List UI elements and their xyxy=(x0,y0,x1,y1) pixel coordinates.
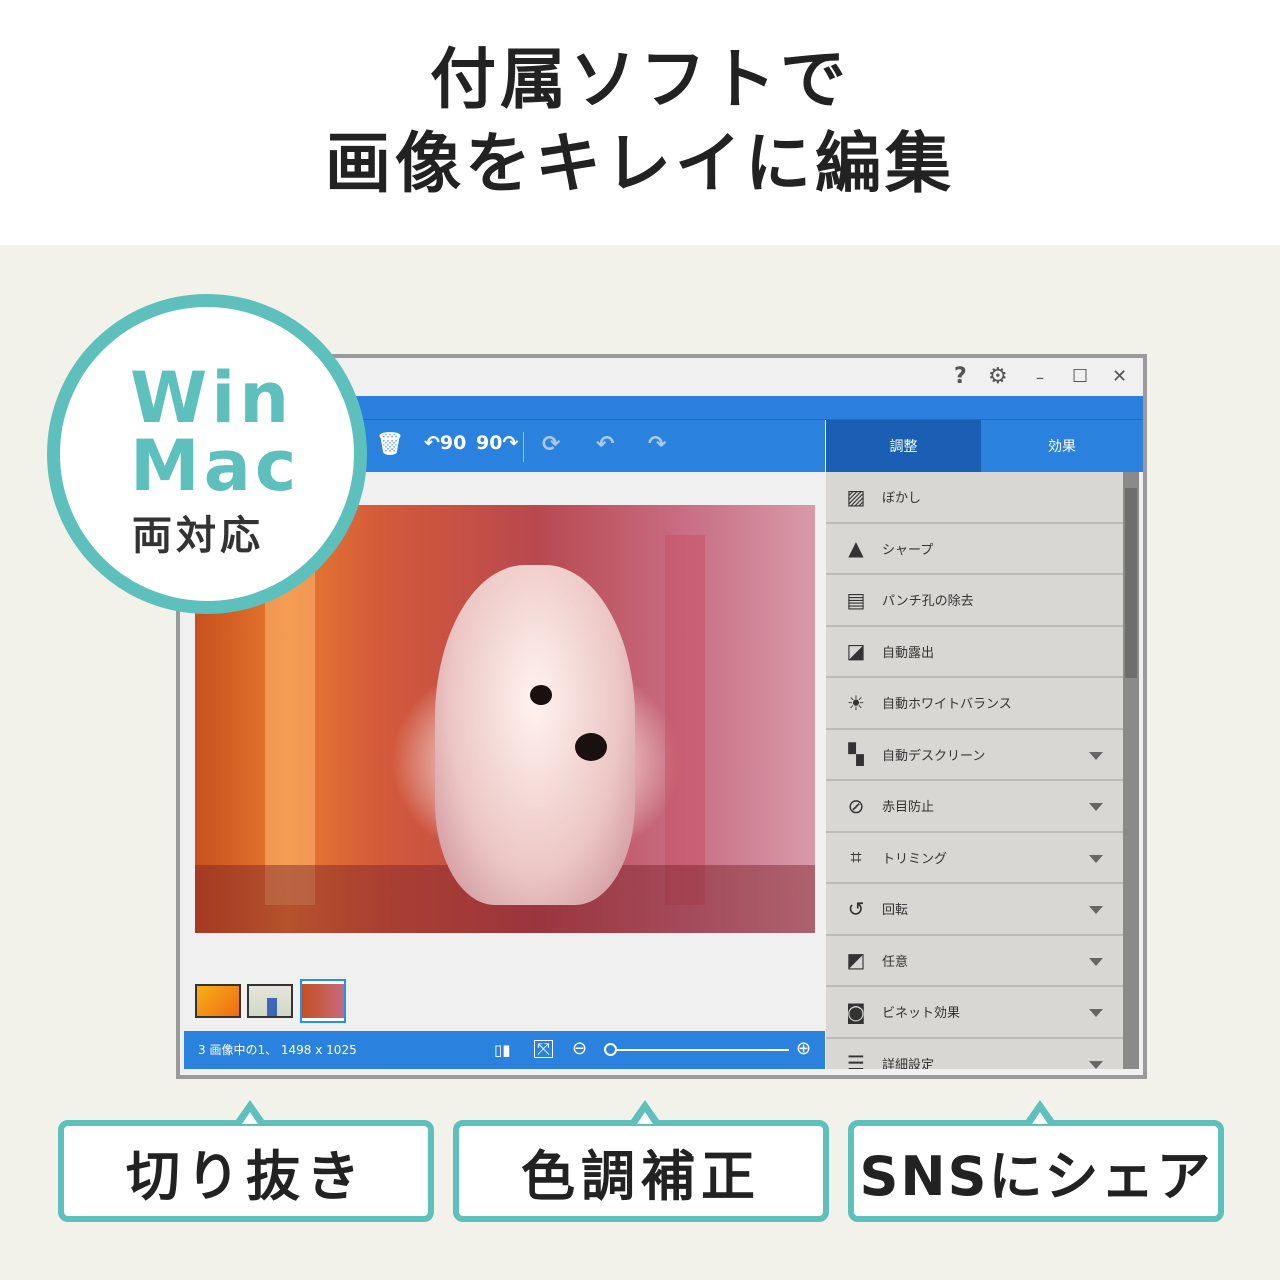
badge-both: 両対応 xyxy=(132,513,264,559)
help-icon[interactable]: ? xyxy=(954,364,967,389)
thumbnail-flower[interactable] xyxy=(195,984,241,1018)
headline-line1: 付属ソフトで xyxy=(430,41,850,118)
chevron-down-icon[interactable] xyxy=(1089,957,1103,966)
toolbar-divider xyxy=(523,432,524,462)
trash-icon[interactable]: 🗑 xyxy=(376,432,404,457)
zoom-in-icon[interactable]: ⊕ xyxy=(796,1038,811,1059)
adjust-item[interactable]: ⌗ トリミング xyxy=(826,833,1123,884)
chevron-down-icon[interactable] xyxy=(1089,1060,1103,1069)
adjust-item[interactable]: ↺ 回転 xyxy=(826,884,1123,936)
adjust-item-label: 自動デスクリーン xyxy=(882,748,986,764)
redo-icon[interactable]: ↷ xyxy=(648,432,666,457)
zoom-slider[interactable] xyxy=(609,1049,789,1051)
adjust-item-label: 詳細設定 xyxy=(882,1057,935,1069)
chevron-down-icon[interactable] xyxy=(1089,1009,1103,1017)
adjust-item-label: 自動露出 xyxy=(882,645,935,661)
sun-icon: ☀ xyxy=(847,690,865,715)
chevron-down-icon[interactable] xyxy=(1089,854,1103,863)
headline-line2: 画像をキレイに編集 xyxy=(325,125,955,202)
chevron-down-icon[interactable] xyxy=(1089,751,1103,760)
compare-icon[interactable]: ▯▮ xyxy=(494,1041,511,1059)
os-compat-badge: Win Mac 両対応 xyxy=(47,294,367,614)
adjust-item[interactable]: ☀ 自動ホワイトバランス xyxy=(826,678,1123,730)
minimize-icon[interactable]: – xyxy=(1036,368,1044,387)
punch-hole-icon: ▤ xyxy=(846,587,866,612)
adjust-item-label: 回転 xyxy=(882,903,909,919)
adjust-item-label: ビネット効果 xyxy=(882,1006,961,1022)
tab-effects[interactable]: 効果 xyxy=(981,420,1143,472)
fit-screen-icon[interactable]: ⤧ xyxy=(534,1040,553,1058)
adjust-item[interactable]: ◙ ビネット効果 xyxy=(826,987,1123,1039)
badge-mac: Mac xyxy=(130,425,301,507)
maximize-icon[interactable]: ☐ xyxy=(1072,366,1088,387)
image-info: 3 画像中の1、 1498 x 1025 xyxy=(198,1043,357,1057)
scrollbar-thumb[interactable] xyxy=(1125,488,1137,678)
crop-icon: ⌗ xyxy=(850,845,862,870)
rotate-icon: ↺ xyxy=(847,896,865,921)
adjust-item[interactable]: ▨ ぼかし xyxy=(826,472,1123,524)
adjust-item-label: ぼかし xyxy=(882,491,922,507)
feature-crop: 切り抜き xyxy=(58,1100,434,1222)
adjust-item[interactable]: ◩ 任意 xyxy=(826,936,1123,987)
adjust-item[interactable]: ⊘ 赤目防止 xyxy=(826,781,1123,833)
rotate-right-button[interactable]: 90↷ xyxy=(476,432,518,454)
panel-scrollbar[interactable] xyxy=(1123,472,1139,1069)
rotate-left-button[interactable]: ↶90 xyxy=(424,432,466,454)
red-eye-icon: ⊘ xyxy=(847,793,865,818)
zoom-slider-handle[interactable] xyxy=(604,1043,617,1056)
adjust-item-label: 赤目防止 xyxy=(882,800,935,816)
adjust-item[interactable]: ▚ 自動デスクリーン xyxy=(826,730,1123,781)
adjust-item[interactable]: ☰ 詳細設定 xyxy=(826,1039,1123,1069)
thumbnail-vase[interactable] xyxy=(247,984,293,1018)
adjust-item-label: 自動ホワイトバランス xyxy=(882,697,1012,713)
descreen-icon: ▚ xyxy=(848,742,864,767)
status-bar: 3 画像中の1、 1498 x 1025 ▯▮ ⤧ ⊖ ⊕ xyxy=(184,1031,825,1069)
undo-icon[interactable]: ↶ xyxy=(596,432,614,457)
dog-image xyxy=(435,565,635,905)
badge-win: Win xyxy=(130,357,294,439)
feature-sns-share: SNSにシェア xyxy=(848,1100,1224,1222)
free-transform-icon: ◩ xyxy=(846,948,866,973)
vignette-icon: ◙ xyxy=(846,999,866,1024)
adjust-item-label: パンチ孔の除去 xyxy=(882,594,974,610)
close-icon[interactable]: ✕ xyxy=(1112,366,1127,387)
exposure-icon: ◪ xyxy=(846,639,866,664)
sharpen-icon: ▲ xyxy=(848,536,864,561)
zoom-out-icon[interactable]: ⊖ xyxy=(572,1038,587,1059)
adjust-item[interactable]: ◪ 自動露出 xyxy=(826,627,1123,678)
tab-adjust[interactable]: 調整 xyxy=(826,420,981,472)
adjust-item-label: トリミング xyxy=(882,851,948,867)
chevron-down-icon[interactable] xyxy=(1089,803,1103,811)
adjust-item[interactable]: ▤ パンチ孔の除去 xyxy=(826,575,1123,627)
headline: 付属ソフトで 画像をキレイに編集 xyxy=(0,0,1280,245)
adjust-item-label: シャープ xyxy=(882,542,934,558)
feature-color-correction: 色調補正 xyxy=(453,1100,829,1222)
adjust-item-label: 任意 xyxy=(882,954,909,970)
sliders-icon: ☰ xyxy=(847,1051,865,1069)
blur-icon: ▨ xyxy=(846,484,866,509)
adjust-panel: ▨ ぼかし ▲ シャープ ▤ パンチ孔の除去 ◪ 自動露出 ☀ 自動ホワイトバランス ▚ 自動デスクリ… xyxy=(826,472,1123,1069)
chevron-down-icon[interactable] xyxy=(1089,906,1103,914)
refresh-icon[interactable]: ⟳ xyxy=(542,432,560,457)
gear-icon[interactable]: ⚙ xyxy=(988,364,1008,389)
thumbnail-dog-selected[interactable] xyxy=(300,979,346,1023)
adjust-item[interactable]: ▲ シャープ xyxy=(826,524,1123,575)
